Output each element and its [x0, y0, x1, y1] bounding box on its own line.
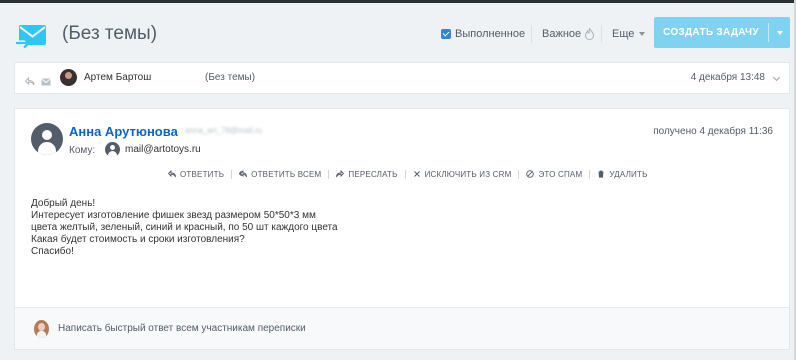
create-task-menu-button[interactable] — [769, 17, 790, 48]
reply-button[interactable]: ОТВЕТИТЬ — [161, 170, 231, 179]
sender-email: anna_art_78@mail.ru — [185, 126, 263, 135]
reply-all-icon — [238, 169, 248, 178]
forward-button[interactable]: ПЕРЕСЛАТЬ — [329, 170, 404, 179]
sender-avatar — [31, 123, 63, 155]
avatar — [34, 320, 49, 338]
message-body: Добрый день! Интересует изготовление фиш… — [31, 198, 338, 258]
close-icon — [413, 170, 421, 178]
important-label: Важное — [542, 28, 582, 40]
reply-arrow-icon — [24, 73, 35, 91]
create-task-label[interactable]: СОЗДАТЬ ЗАДАЧУ — [654, 17, 768, 48]
delete-label: УДАЛИТЬ — [609, 169, 648, 179]
more-label: Еще — [612, 28, 635, 40]
page-title: (Без темы) — [62, 23, 158, 44]
done-toggle[interactable]: Выполненное — [441, 28, 525, 40]
spam-button[interactable]: ЭТО СПАМ — [519, 170, 589, 179]
quick-reply-placeholder[interactable]: Написать быстрый ответ всем участникам п… — [58, 323, 306, 334]
reply-arrow-icon — [167, 169, 176, 178]
exclude-crm-label: ИСКЛЮЧИТЬ ИЗ CRM — [424, 169, 512, 179]
chevron-down-icon[interactable] — [772, 73, 781, 82]
thread-subject: (Без темы) — [205, 72, 256, 83]
message-actions: ОТВЕТИТЬ ОТВЕТИТЬ ВСЕМ ПЕРЕСЛАТЬ ИСКЛЮЧИ… — [161, 167, 655, 181]
divider — [531, 25, 532, 43]
trash-icon — [597, 170, 605, 178]
spam-label: ЭТО СПАМ — [538, 169, 583, 179]
more-dropdown[interactable]: Еще — [612, 28, 646, 40]
block-icon — [526, 170, 535, 178]
body-line: Спасибо! — [31, 246, 74, 257]
received-date: получено 4 декабря 11:36 — [653, 126, 773, 137]
quick-reply-bar[interactable]: Написать быстрый ответ всем участникам п… — [15, 307, 789, 349]
divider — [601, 25, 602, 43]
exclude-crm-button[interactable]: ИСКЛЮЧИТЬ ИЗ CRM — [406, 170, 519, 179]
header: (Без темы) Выполненное Важное Еще СОЗДАТ… — [0, 3, 794, 59]
body-line: Добрый день! — [31, 198, 96, 209]
body-line: Какая будет стоимость и сроки изготовлен… — [31, 234, 245, 245]
thread-sender: Артем Бартош — [84, 72, 152, 83]
checkbox-checked-icon[interactable] — [441, 29, 451, 39]
create-task-button[interactable]: СОЗДАТЬ ЗАДАЧУ — [654, 17, 790, 48]
recipient-avatar — [105, 142, 120, 157]
avatar — [60, 69, 77, 86]
body-line: Интересует изготовление фишек звезд разм… — [31, 210, 316, 221]
thread-item[interactable]: Артем Бартош (Без темы) 4 декабря 13:48 — [14, 62, 790, 94]
reply-label: ОТВЕТИТЬ — [180, 169, 225, 179]
envelope-icon — [41, 73, 51, 91]
chevron-down-icon — [776, 30, 783, 35]
important-toggle[interactable]: Важное — [542, 27, 595, 41]
done-label: Выполненное — [455, 28, 526, 40]
thread-date: 4 декабря 13:48 — [690, 72, 765, 83]
forward-arrow-icon — [336, 169, 345, 178]
forward-label: ПЕРЕСЛАТЬ — [348, 169, 398, 179]
recipient-address[interactable]: mail@artotoys.ru — [125, 144, 201, 155]
to-label: Кому: — [69, 145, 96, 156]
message-panel: Анна Арутюнова anna_art_78@mail.ru получ… — [14, 108, 790, 350]
reply-all-button[interactable]: ОТВЕТИТЬ ВСЕМ — [232, 170, 328, 179]
flame-icon — [585, 27, 595, 41]
sender-name-link[interactable]: Анна Арутюнова — [69, 124, 178, 139]
mail-logo-icon — [16, 23, 48, 53]
body-line: цвета желтый, зеленый, синий и красный, … — [31, 222, 338, 233]
reply-all-label: ОТВЕТИТЬ ВСЕМ — [251, 169, 322, 179]
chevron-down-icon — [639, 32, 646, 36]
delete-button[interactable]: УДАЛИТЬ — [590, 170, 654, 179]
